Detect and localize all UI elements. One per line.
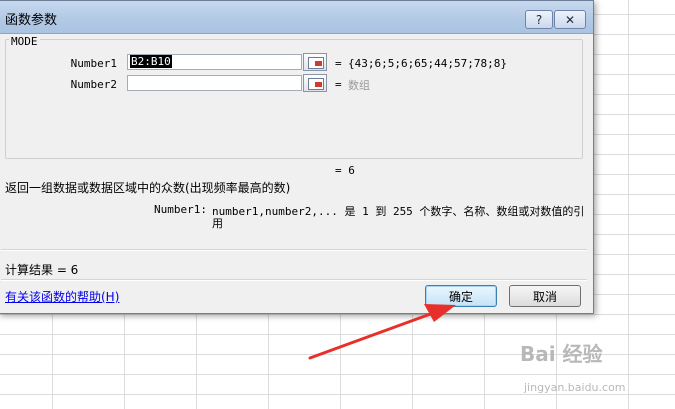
watermark-logo: Bai 经验 <box>520 342 603 366</box>
watermark-url: jingyan.baidu.com <box>524 381 626 394</box>
